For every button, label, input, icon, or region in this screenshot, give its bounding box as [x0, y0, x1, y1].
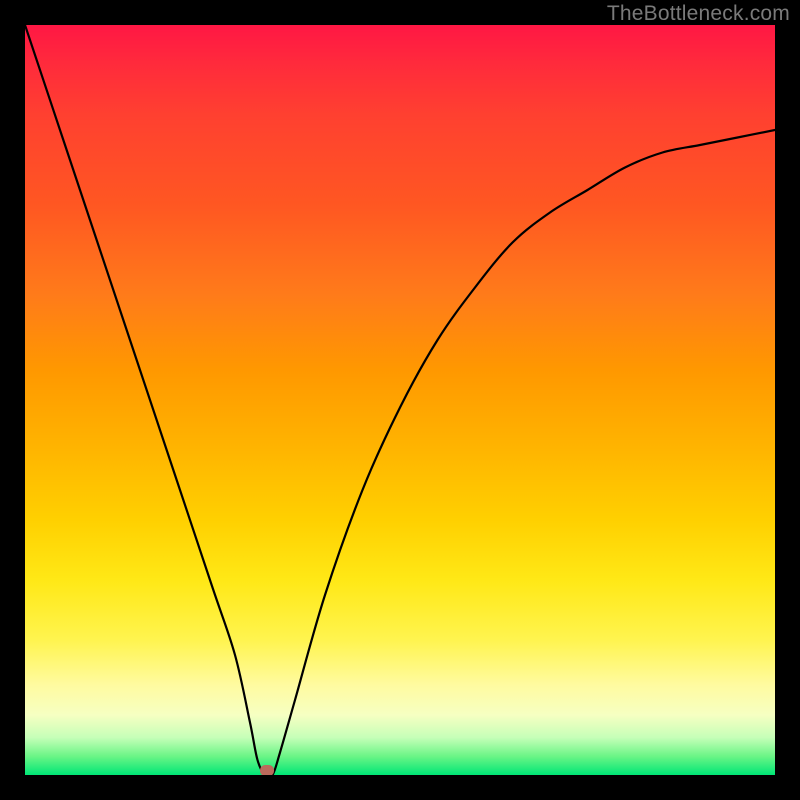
chart-frame: TheBottleneck.com: [0, 0, 800, 800]
plot-area: [25, 25, 775, 775]
bottleneck-curve: [25, 25, 775, 775]
watermark-text: TheBottleneck.com: [607, 2, 790, 26]
minimum-marker: [260, 765, 274, 775]
